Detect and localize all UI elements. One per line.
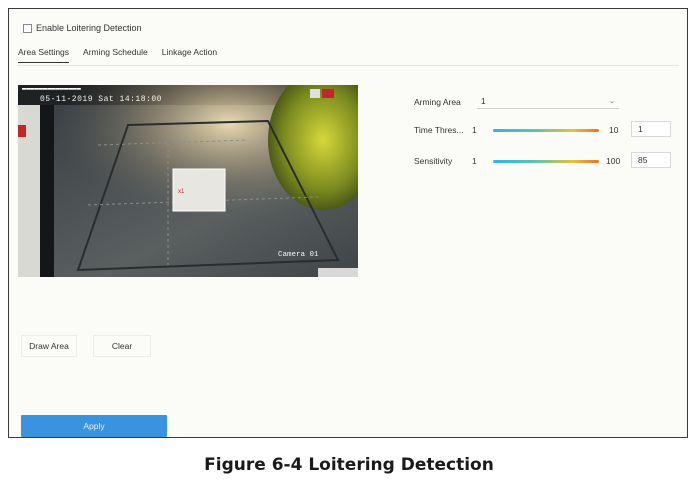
enable-loitering-checkbox[interactable] — [23, 23, 32, 33]
arming-area-label: Arming Area — [414, 97, 461, 107]
sensitivity-input[interactable]: 85 — [631, 152, 671, 168]
tab-linkage-action[interactable]: Linkage Action — [162, 47, 217, 63]
arming-area-select[interactable]: 1 ⌄ — [477, 93, 619, 109]
svg-text:▬▬▬▬▬▬▬▬▬▬▬▬▬▬: ▬▬▬▬▬▬▬▬▬▬▬▬▬▬ — [22, 85, 82, 93]
enable-loitering-label[interactable]: Enable Loitering Detection — [36, 23, 142, 33]
loitering-detection-panel: Enable Loitering Detection Area Settings… — [8, 8, 688, 438]
video-frame: x1 ▬▬▬▬▬▬▬▬▬▬▬▬▬▬ — [18, 85, 358, 277]
enable-loitering-row[interactable]: Enable Loitering Detection — [23, 23, 142, 33]
clear-button[interactable]: Clear — [93, 335, 151, 357]
sensitivity-max: 100 — [606, 156, 621, 166]
tab-bar: Area Settings Arming Schedule Linkage Ac… — [18, 47, 217, 63]
sensitivity-slider[interactable] — [493, 160, 599, 163]
apply-button[interactable]: Apply — [21, 415, 167, 437]
tab-divider — [17, 65, 679, 66]
time-threshold-max: 10 — [609, 125, 619, 135]
arming-area-value: 1 — [481, 95, 486, 106]
time-threshold-input[interactable]: 1 — [631, 121, 671, 137]
time-threshold-min: 1 — [472, 125, 477, 135]
video-timestamp: 05-11-2019 Sat 14:18:00 — [40, 95, 162, 104]
live-video-preview[interactable]: x1 ▬▬▬▬▬▬▬▬▬▬▬▬▬▬ 05-11-2019 Sat 14:18:0… — [18, 85, 358, 277]
figure-caption: Figure 6-4 Loitering Detection — [204, 455, 494, 475]
draw-area-button[interactable]: Draw Area — [21, 335, 77, 357]
sensitivity-label: Sensitivity — [414, 156, 453, 166]
time-threshold-slider[interactable] — [493, 129, 599, 132]
tab-area-settings[interactable]: Area Settings — [18, 47, 70, 63]
tab-arming-schedule[interactable]: Arming Schedule — [83, 47, 148, 63]
chevron-down-icon: ⌄ — [609, 97, 615, 105]
video-camera-name: Camera 01 — [278, 251, 319, 259]
svg-text:x1: x1 — [178, 189, 185, 195]
time-threshold-label: Time Thres... — [414, 125, 464, 135]
sensitivity-min: 1 — [472, 156, 477, 166]
